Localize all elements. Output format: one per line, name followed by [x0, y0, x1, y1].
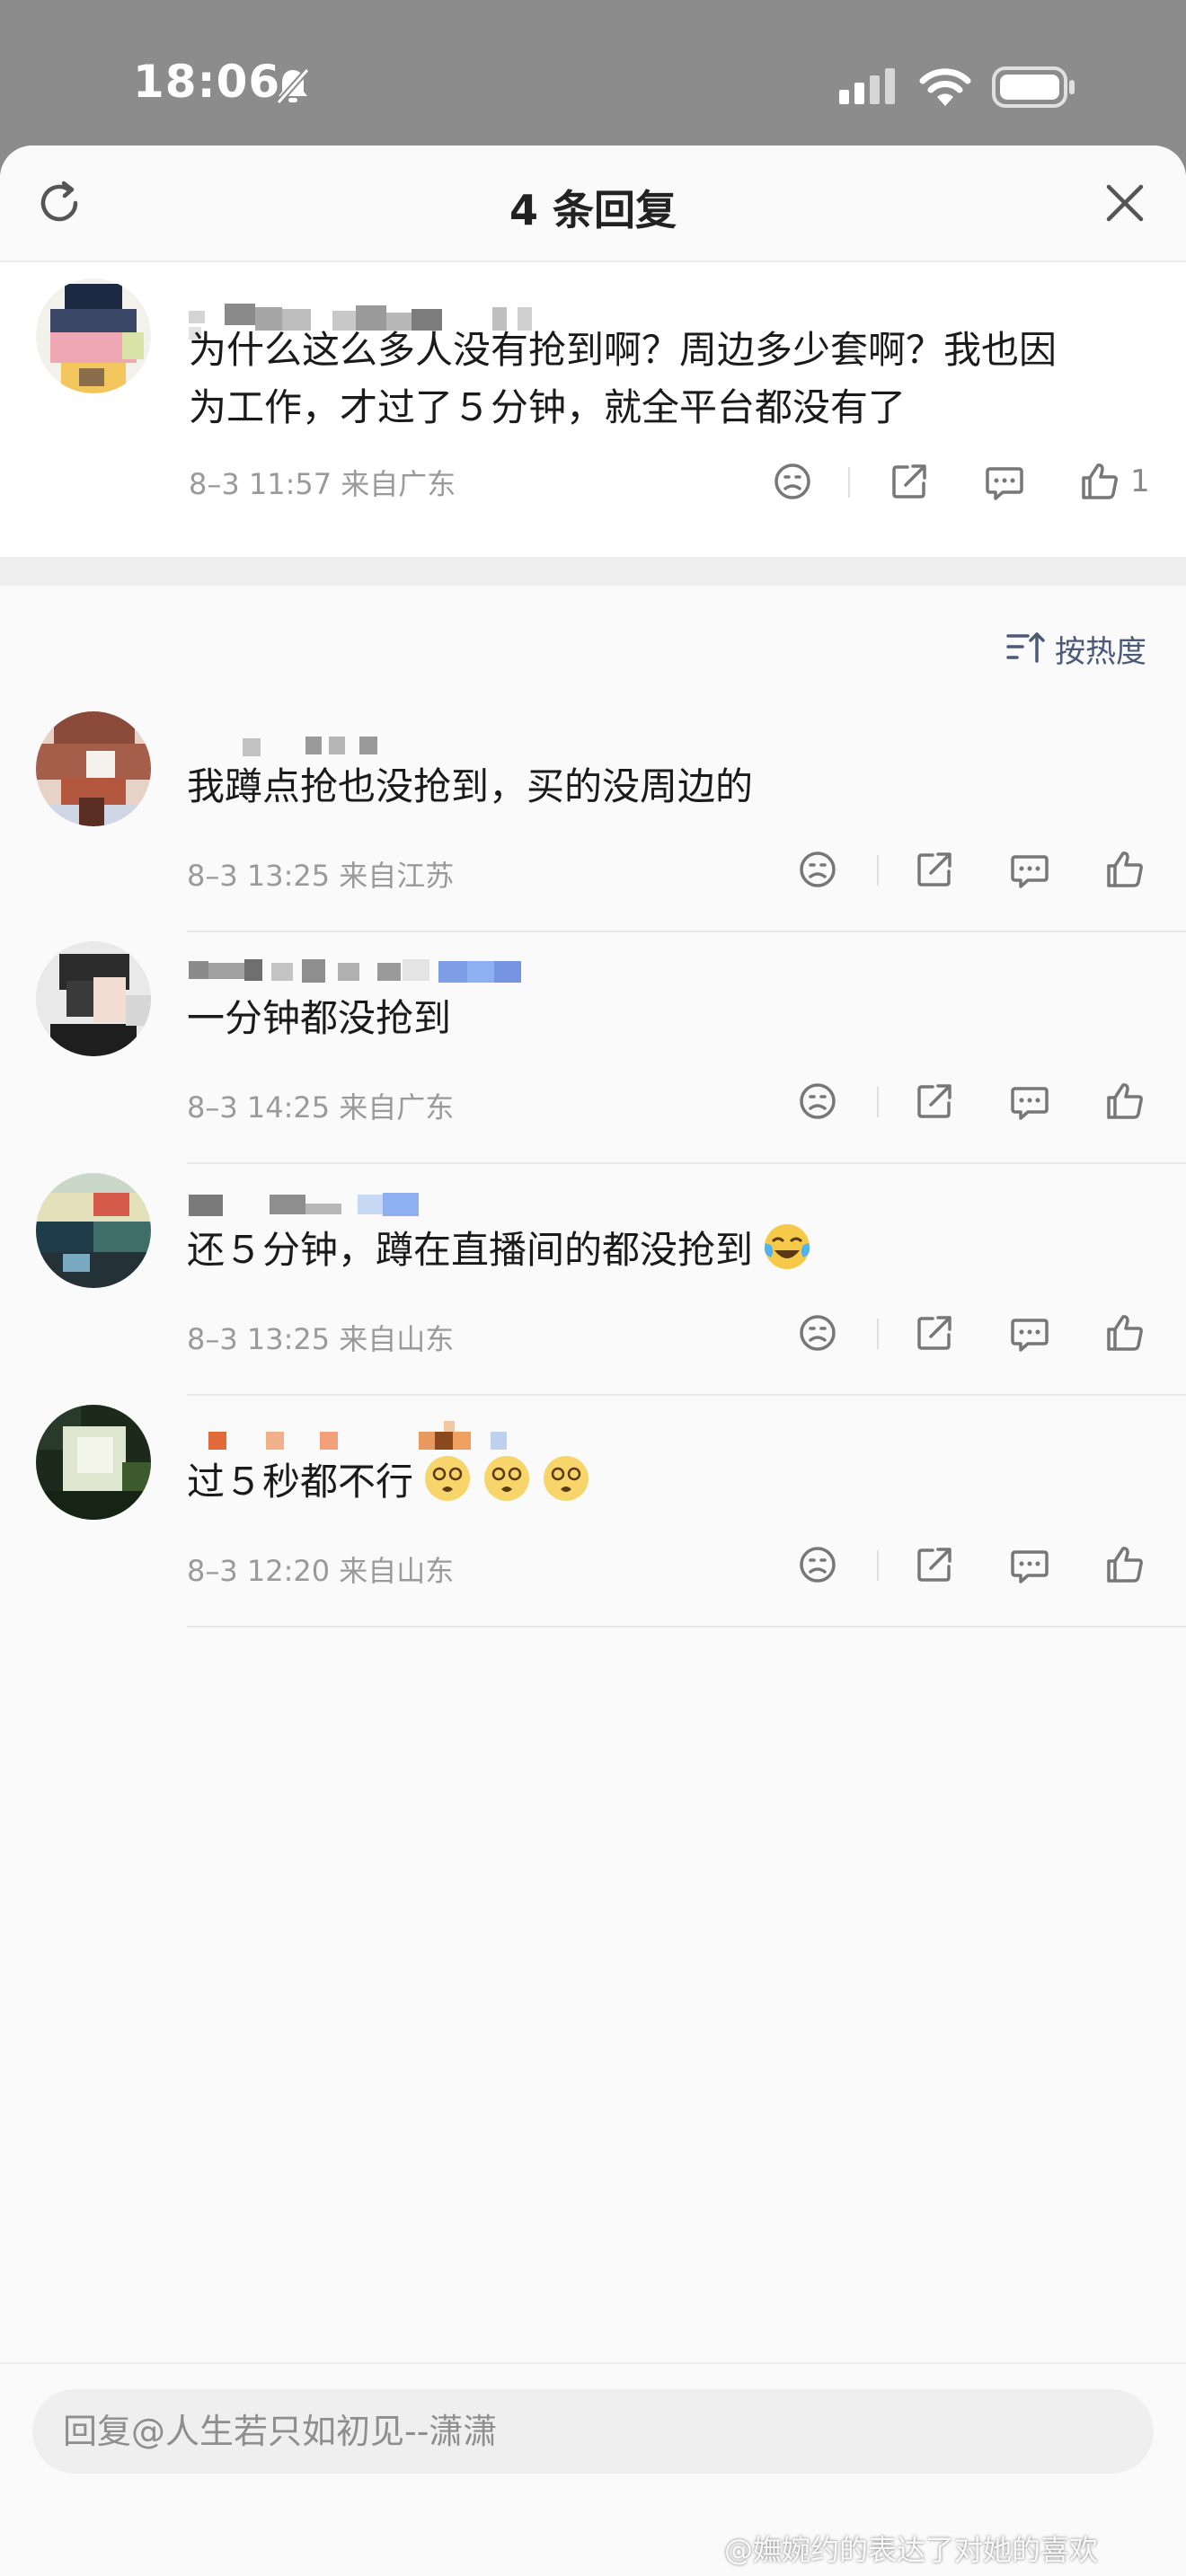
username-pixelated[interactable]	[189, 722, 566, 762]
laughing-crying-emoji-icon	[764, 1224, 810, 1269]
dislike-face-icon[interactable]	[794, 1541, 841, 1588]
username-pixelated[interactable]	[189, 952, 566, 992]
divider	[877, 1550, 879, 1581]
avatar[interactable]	[36, 941, 151, 1056]
wifi-icon	[919, 68, 971, 106]
comment-icon[interactable]	[1006, 1310, 1053, 1356]
reply-text: 一分钟都没抢到	[187, 996, 452, 1040]
share-icon[interactable]	[911, 1078, 958, 1125]
avatar[interactable]	[36, 278, 151, 393]
reply-text-content: 过５秒都不行	[187, 1460, 414, 1504]
reply-actions	[794, 1078, 1154, 1128]
reply-text: 过５秒都不行	[187, 1453, 591, 1511]
comment-icon[interactable]	[981, 458, 1028, 505]
divider	[877, 855, 879, 886]
page-title: 4 条回复	[509, 186, 677, 234]
share-icon[interactable]	[911, 1541, 958, 1588]
share-icon[interactable]	[911, 846, 958, 893]
comment-icon[interactable]	[1006, 1541, 1053, 1588]
avatar[interactable]	[36, 711, 151, 826]
reply-meta: 8–3 13:25 来自江苏	[187, 859, 455, 893]
reply-item: 一分钟都没抢到 8–3 14:25 来自广东	[0, 932, 1186, 1164]
dislike-face-icon[interactable]	[794, 846, 841, 893]
comment-line: 为什么这么多人没有抢到啊？周边多少套啊？我也因	[189, 328, 1058, 372]
comment-icon[interactable]	[1006, 846, 1053, 893]
avatar[interactable]	[36, 1405, 151, 1520]
username-pixelated[interactable]	[189, 1186, 566, 1225]
share-icon[interactable]	[886, 458, 933, 505]
dislike-face-icon[interactable]	[794, 1310, 841, 1356]
main-comment: 为什么这么多人没有抢到啊？周边多少套啊？我也因 为工作，才过了５分钟，就全平台都…	[0, 262, 1186, 557]
reply-text: 还５分钟，蹲在直播间的都没抢到	[187, 1222, 812, 1279]
comment-line: 为工作，才过了５分钟，就全平台都没有了	[189, 385, 907, 429]
reply-meta: 8–3 13:25 来自山东	[187, 1322, 455, 1356]
sort-label: 按热度	[1055, 634, 1146, 670]
divider	[877, 1087, 879, 1117]
sort-icon	[1006, 632, 1045, 663]
reply-meta: 8–3 12:20 来自山东	[187, 1554, 455, 1588]
divider	[877, 1319, 879, 1349]
bell-muted-icon	[276, 67, 310, 105]
like-icon[interactable]	[1102, 1310, 1148, 1356]
like-icon[interactable]	[1102, 1078, 1148, 1125]
signal-icon	[839, 68, 895, 104]
reply-input[interactable]	[32, 2389, 1154, 2474]
status-time: 18:06	[133, 56, 281, 108]
like-icon[interactable]	[1076, 458, 1123, 505]
reply-actions	[794, 1541, 1154, 1592]
reply-meta: 8–3 14:25 来自广东	[187, 1090, 455, 1125]
reply-text-content: 还５分钟，蹲在直播间的都没抢到	[187, 1228, 754, 1272]
like-icon[interactable]	[1102, 846, 1148, 893]
dislike-face-icon[interactable]	[769, 458, 816, 505]
section-divider	[0, 557, 1186, 586]
avatar[interactable]	[36, 1173, 151, 1288]
like-count: 1	[1130, 463, 1150, 499]
dislike-face-icon[interactable]	[794, 1078, 841, 1125]
comment-text: 为什么这么多人没有抢到啊？周边多少套啊？我也因 为工作，才过了５分钟，就全平台都…	[189, 322, 1159, 437]
like-icon[interactable]	[1102, 1541, 1148, 1588]
comment-meta: 8–3 11:57 来自广东	[189, 467, 456, 501]
divider	[848, 467, 850, 498]
watermark: @嫵婉约的表达了对她的喜欢	[724, 2533, 1099, 2567]
battery-icon	[992, 66, 1075, 108]
comment-actions: 1	[769, 458, 1164, 508]
reply-actions	[794, 846, 1154, 896]
comment-icon[interactable]	[1006, 1078, 1053, 1125]
reply-item: 过５秒都不行 8–3 12:20 来自山东	[0, 1396, 1186, 1628]
dizzy-face-emoji-icon	[425, 1456, 471, 1501]
dizzy-face-emoji-icon	[544, 1456, 589, 1501]
reply-sheet: 4 条回复 为什么这么多人没有抢到啊？周边多少套啊？我也因 为工作，才过了５分钟…	[0, 146, 1186, 2576]
reply-text: 我蹲点抢也没抢到，买的没周边的	[187, 764, 754, 808]
status-bar: 18:06	[0, 0, 1186, 144]
close-icon[interactable]	[1102, 180, 1148, 226]
share-icon[interactable]	[911, 1310, 958, 1356]
sheet-header: 4 条回复	[0, 146, 1186, 262]
reply-item: 我蹲点抢也没抢到，买的没周边的 8–3 13:25 来自江苏	[0, 701, 1186, 932]
reply-actions	[794, 1310, 1154, 1360]
dizzy-face-emoji-icon	[484, 1456, 530, 1501]
divider	[187, 1626, 1186, 1628]
reply-item: 还５分钟，蹲在直播间的都没抢到 8–3 13:25 来自山东	[0, 1164, 1186, 1396]
